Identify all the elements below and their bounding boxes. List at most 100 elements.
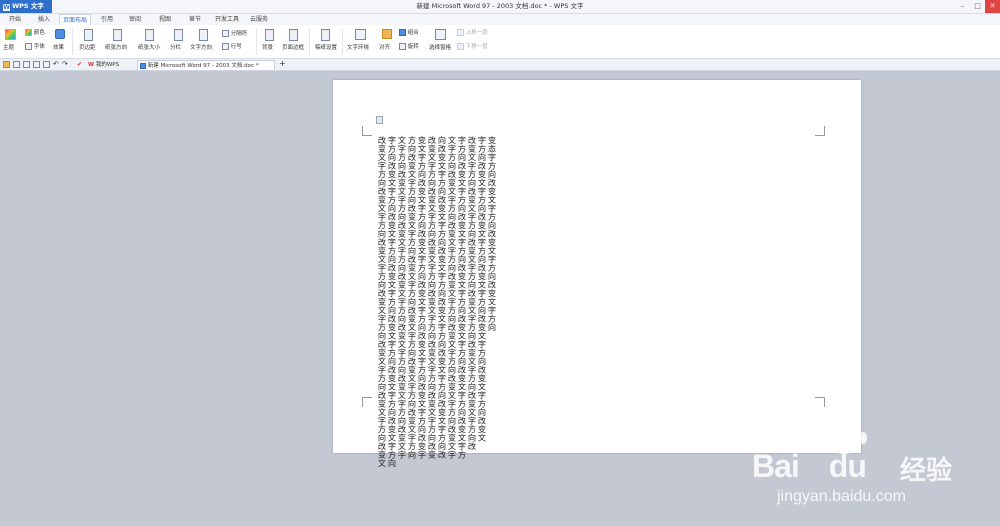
- preview-icon[interactable]: [43, 61, 50, 68]
- ribbon-toolbar: 主题 颜色 字体 效果 页边距 纸张方向 纸张大小 分栏 文字方向 分隔符 行号…: [0, 25, 1000, 59]
- baidu-watermark: Bai du 经验 jingyan.baidu.com: [752, 420, 992, 510]
- save-icon[interactable]: [13, 61, 20, 68]
- fonts-button[interactable]: 字体: [25, 42, 45, 50]
- draft-settings-label[interactable]: 稿纸设置: [315, 43, 337, 51]
- breaks-label: 分隔符: [230, 31, 248, 37]
- page-borders-button[interactable]: [289, 29, 298, 41]
- crop-mark-top-right: [362, 126, 372, 136]
- theme-label[interactable]: 主题: [3, 43, 14, 51]
- text-wrap-label[interactable]: 文字环绕: [347, 43, 369, 51]
- page-borders-icon: [289, 29, 298, 41]
- orientation-label[interactable]: 纸张方向: [105, 43, 127, 51]
- paragraph-mark-icon: [376, 116, 383, 124]
- columns-button[interactable]: [174, 29, 183, 41]
- tab-view[interactable]: 视图: [154, 14, 176, 25]
- paper-size-button[interactable]: [145, 29, 154, 41]
- separator: [256, 28, 257, 55]
- bring-forward-button[interactable]: 上移一层: [457, 28, 488, 36]
- text-column[interactable]: 变态字方向改变文字方向改变文字方向改变文字方向: [487, 136, 497, 332]
- line-numbers-button[interactable]: 行号: [222, 42, 242, 50]
- send-backward-icon: [457, 43, 464, 50]
- line-numbers-label: 行号: [230, 44, 242, 50]
- orientation-button[interactable]: [113, 29, 122, 41]
- rotate-button[interactable]: 旋转: [399, 42, 419, 50]
- selection-pane-button[interactable]: [435, 29, 446, 40]
- draft-settings-button[interactable]: [321, 29, 330, 41]
- add-tab-button[interactable]: +: [279, 59, 286, 68]
- tab-cloud[interactable]: 云服务: [246, 14, 272, 25]
- text-column[interactable]: 改变文字方向改变文字方向改变文字方向改变文字方向改变文字方向改变文字方向改: [467, 136, 477, 451]
- tab-insert[interactable]: 插入: [33, 14, 55, 25]
- colors-button[interactable]: 颜色: [25, 28, 45, 36]
- document-page[interactable]: 变态字方向改变文字方向改变文字方向改变文字方向 字方向改变文字方向改变文字方向改…: [333, 80, 861, 468]
- export-icon[interactable]: [23, 61, 30, 68]
- group-label: 组合: [407, 30, 419, 36]
- ribbon-tabs: 开始 插入 页面布局 引用 审阅 视图 章节 开发工具 云服务: [0, 14, 1000, 25]
- tab-references[interactable]: 引用: [96, 14, 118, 25]
- redo-icon[interactable]: ↷: [62, 61, 69, 68]
- selection-pane-icon: [435, 29, 446, 40]
- align-button[interactable]: [382, 29, 392, 39]
- text-direction-button[interactable]: [199, 29, 208, 41]
- tab-mywps[interactable]: W 我的WPS: [86, 60, 136, 70]
- text-wrap-button[interactable]: [355, 29, 366, 40]
- theme-icon: [5, 29, 16, 40]
- baidu-logo-bai: Bai: [752, 448, 800, 484]
- title-bar: WWPS 文字 ▾ 新建 Microsoft Word 97 - 2003 文档…: [0, 0, 1000, 23]
- print-icon[interactable]: [33, 61, 40, 68]
- rotate-icon: [399, 43, 406, 50]
- text-column[interactable]: 改变文字方向改变文字方向改变文字方向改变文字方向改变文字方向改变文字方向改变: [427, 136, 437, 459]
- send-backward-label: 下移一层: [465, 44, 488, 50]
- group-button[interactable]: 组合: [399, 28, 419, 36]
- effects-icon: [55, 29, 65, 39]
- tab-page-layout[interactable]: 页面布局: [59, 14, 91, 25]
- tab-home[interactable]: 开始: [4, 14, 26, 25]
- crop-mark-top-left: [815, 126, 825, 136]
- paper-size-label[interactable]: 纸张大小: [138, 43, 160, 51]
- page-borders-label[interactable]: 页面边框: [282, 43, 304, 51]
- window-title: 新建 Microsoft Word 97 - 2003 文档.doc * - W…: [416, 2, 584, 10]
- breaks-icon: [222, 30, 229, 37]
- tab-document-label: 新建 Microsoft Word 97 - 2003 文档.doc *: [147, 63, 259, 69]
- align-label[interactable]: 对齐: [379, 43, 390, 51]
- effects-label[interactable]: 效果: [53, 43, 64, 51]
- text-column[interactable]: 字方向改变文字方向改变文字方向改变文字方向改变文字方向改变文字方向改变文: [477, 136, 487, 442]
- window-controls: – □ ✕: [955, 0, 1000, 13]
- tab-document[interactable]: 新建 Microsoft Word 97 - 2003 文档.doc *: [137, 60, 275, 70]
- background-label[interactable]: 背景: [262, 43, 273, 51]
- text-column[interactable]: 字方向改变文字方向改变文字方向改变文字方向改变文字方向改变文字方向改变文字方向: [387, 136, 397, 468]
- background-button[interactable]: [265, 29, 274, 41]
- text-wrap-icon: [355, 29, 366, 40]
- text-column[interactable]: 文字方向改变文字方向改变文字方向改变文字方向改变文字方向改变文字方向改变文字: [397, 136, 407, 459]
- close-button[interactable]: ✕: [985, 0, 1000, 13]
- separator: [309, 28, 310, 55]
- send-backward-button[interactable]: 下移一层: [457, 42, 488, 50]
- columns-label[interactable]: 分栏: [170, 43, 181, 51]
- bring-forward-label: 上移一层: [465, 30, 488, 36]
- breaks-button[interactable]: 分隔符: [222, 29, 247, 37]
- maximize-button[interactable]: □: [970, 0, 985, 13]
- tab-developer[interactable]: 开发工具: [211, 14, 243, 25]
- margins-label[interactable]: 页边距: [79, 43, 96, 51]
- selection-pane-label[interactable]: 选择窗格: [429, 43, 451, 51]
- minimize-button[interactable]: –: [955, 0, 970, 13]
- columns-icon: [174, 29, 183, 41]
- open-icon[interactable]: [3, 61, 10, 68]
- separator: [72, 28, 73, 55]
- text-column[interactable]: 字方向改变文字方向改变文字方向改变文字方向改变文字方向改变文字方向改变文字方: [457, 136, 467, 459]
- pin-icon[interactable]: ✔: [77, 61, 84, 68]
- tab-review[interactable]: 审阅: [124, 14, 146, 25]
- text-column[interactable]: 向改变文字方向改变文字方向改变文字方向改变文字方向改变文字方向改变文字方向改: [437, 136, 447, 459]
- orientation-icon: [113, 29, 122, 41]
- quick-access-bar: ↶ ↷ ✔ W 我的WPS 新建 Microsoft Word 97 - 200…: [0, 59, 1000, 71]
- undo-icon[interactable]: ↶: [53, 61, 60, 68]
- effects-button[interactable]: [55, 29, 65, 39]
- text-direction-label[interactable]: 文字方向: [190, 43, 212, 51]
- text-column[interactable]: 文字方向改变文字方向改变文字方向改变文字方向改变文字方向改变文字方向改变文字: [447, 136, 457, 459]
- text-column[interactable]: 变文字方向改变文字方向改变文字方向改变文字方向改变文字方向改变文字方向改变字: [417, 136, 427, 459]
- text-column[interactable]: 方向改变文字方向改变文字方向改变文字方向改变文字方向改变文字方向改变文字方向: [407, 136, 417, 459]
- text-column[interactable]: 改变文字方向改变文字方向改变文字方向改变文字方向改变文字方向改变文字方向改变文: [377, 136, 387, 468]
- margins-button[interactable]: [84, 29, 93, 41]
- tab-chapter[interactable]: 章节: [184, 14, 206, 25]
- theme-button[interactable]: [5, 29, 16, 40]
